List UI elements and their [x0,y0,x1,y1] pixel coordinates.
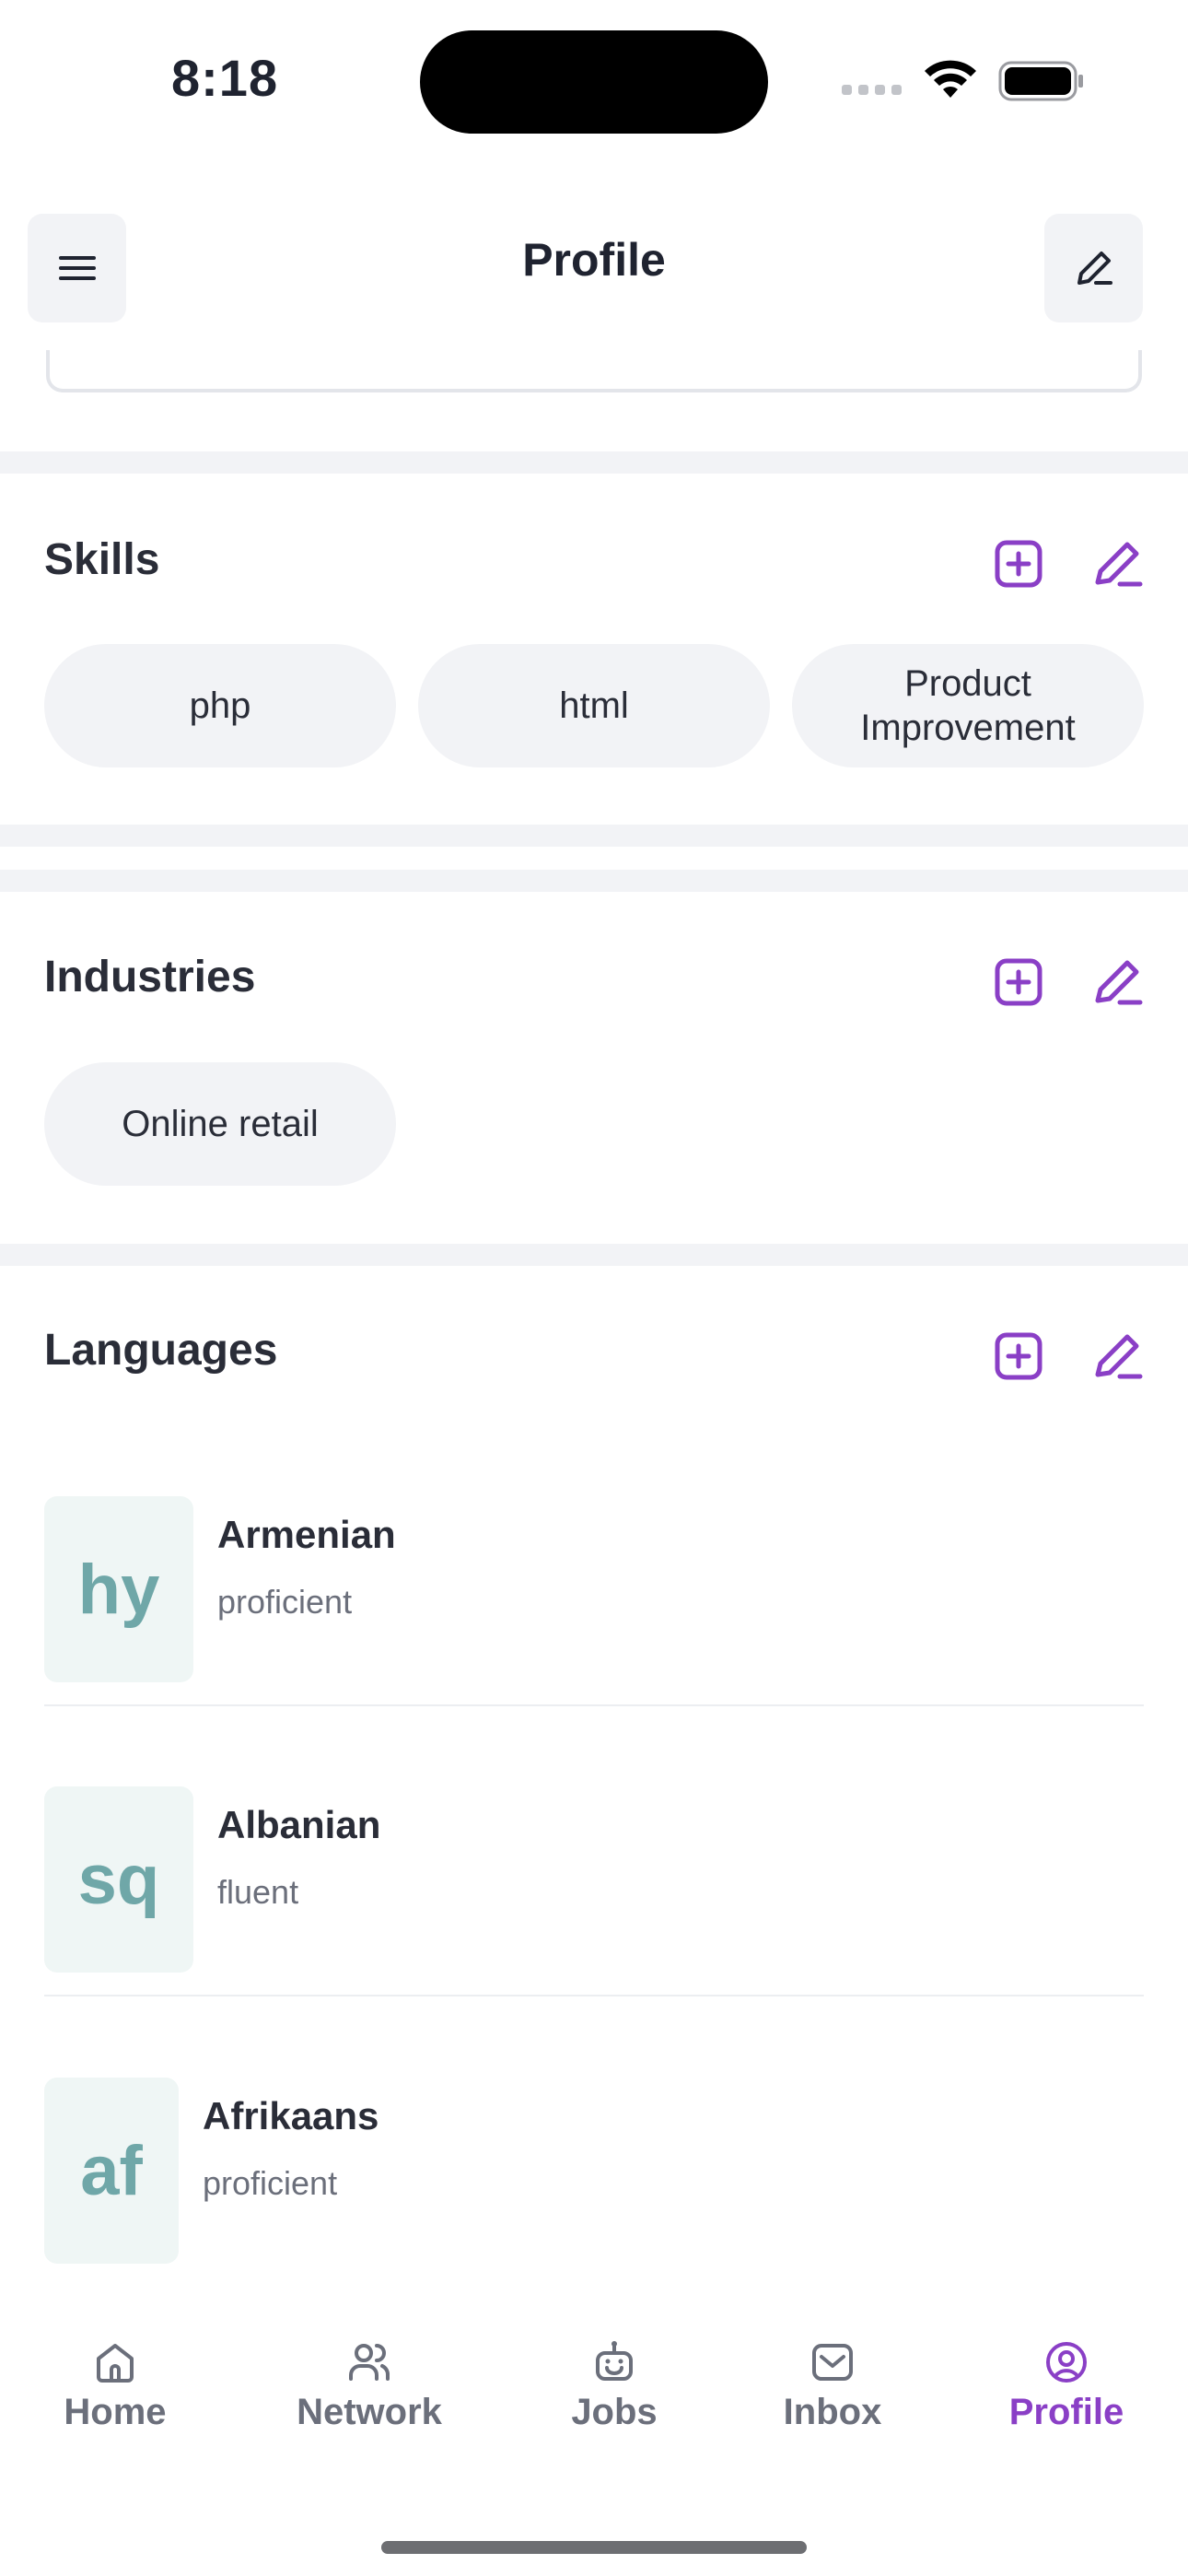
language-item[interactable]: af Afrikaans proficient [44,2078,1144,2264]
app-header: Profile [0,161,1188,359]
add-skill-icon[interactable] [991,536,1046,591]
battery-icon [998,61,1083,101]
language-level: fluent [217,1873,299,1911]
language-level: proficient [203,2164,338,2202]
nav-label: Home [64,2392,167,2432]
home-indicator [381,2541,807,2554]
page-title: Profile [522,234,666,286]
inbox-icon [812,2344,853,2381]
nav-label: Profile [1008,2392,1124,2432]
language-code-badge: hy [44,1496,193,1682]
edit-skills-icon[interactable] [1090,536,1146,591]
previous-section-card [46,350,1142,392]
edit-industries-icon[interactable] [1090,954,1146,1010]
add-language-icon[interactable] [991,1329,1046,1384]
industry-chip[interactable]: Online retail [44,1062,396,1186]
section-divider [0,451,1188,474]
nav-jobs[interactable]: Jobs [564,2336,665,2433]
skill-chip[interactable]: Product Improvement [792,644,1144,767]
wifi-icon [925,60,976,98]
edit-profile-button[interactable] [1044,214,1143,322]
add-industry-icon[interactable] [991,954,1046,1010]
language-item[interactable]: sq Albanian fluent [44,1786,1144,1973]
list-separator [44,1704,1144,1706]
language-name: Albanian [217,1803,381,1846]
industries-title: Industries [44,953,256,1001]
dynamic-island [420,30,768,134]
section-divider [0,870,1188,892]
language-code-badge: af [44,2078,179,2264]
nav-home[interactable]: Home [53,2336,177,2433]
language-name: Afrikaans [203,2094,379,2137]
users-icon [349,2344,390,2381]
language-level: proficient [217,1583,353,1621]
skill-chip[interactable]: html [418,644,770,767]
home-icon [97,2344,134,2383]
status-time: 8:18 [171,49,279,107]
language-name: Armenian [217,1513,396,1556]
pencil-icon [1077,252,1112,285]
nav-label: Jobs [571,2392,658,2432]
list-separator [44,1995,1144,1996]
bottom-navigation: Home Network Jobs Inbox Profile [0,2303,1188,2576]
skill-chip[interactable]: php [44,644,396,767]
edit-languages-icon[interactable] [1090,1329,1146,1384]
language-item[interactable]: hy Armenian proficient [44,1496,1144,1682]
nav-network[interactable]: Network [291,2336,448,2433]
section-divider [0,825,1188,847]
language-code-badge: sq [44,1786,193,1973]
nav-profile[interactable]: Profile [1006,2336,1127,2433]
nav-inbox[interactable]: Inbox [779,2336,886,2433]
robot-icon [596,2341,633,2381]
user-circle-icon [1046,2342,1087,2383]
section-divider [0,1244,1188,1266]
nav-label: Network [297,2392,442,2432]
languages-title: Languages [44,1326,278,1375]
skills-title: Skills [44,535,160,584]
nav-label: Inbox [783,2392,882,2432]
status-bar: 8:18 [0,0,1188,161]
cellular-signal-icon [842,85,902,95]
